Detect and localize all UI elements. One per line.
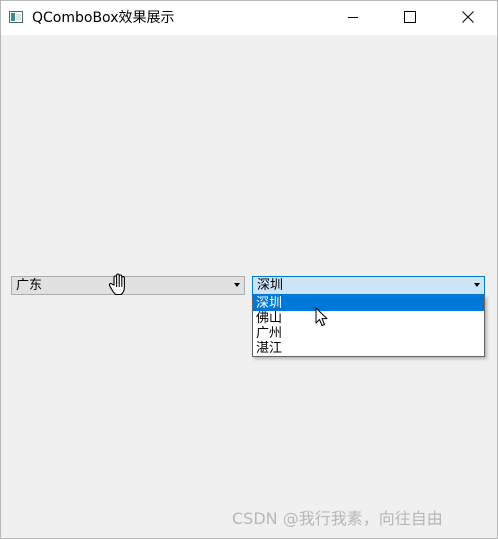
app-window: QComboBox效果展示 xyxy=(0,0,498,539)
dropdown-option-3[interactable]: 湛江 xyxy=(253,341,484,356)
maximize-icon xyxy=(404,11,416,23)
watermark-text: CSDN @我行我素，向往自由 xyxy=(232,509,443,528)
window-title: QComboBox效果展示 xyxy=(32,10,175,26)
dropdown-arrow-icon xyxy=(234,283,240,287)
city-dropdown-list: 深圳 佛山 广州 湛江 xyxy=(252,295,485,357)
app-icon xyxy=(9,11,23,23)
minimize-icon xyxy=(348,17,358,18)
city-combobox-value: 深圳 xyxy=(257,278,284,293)
close-icon xyxy=(462,11,474,23)
arrow-cursor-icon xyxy=(315,307,328,326)
dropdown-arrow-icon xyxy=(474,283,480,287)
province-combobox-value: 广东 xyxy=(16,278,43,293)
maximize-button[interactable] xyxy=(387,1,433,33)
city-combobox[interactable]: 深圳 xyxy=(252,276,485,295)
close-button[interactable] xyxy=(445,1,491,33)
dropdown-option-1[interactable]: 佛山 xyxy=(253,311,484,326)
hand-cursor-icon xyxy=(108,273,125,296)
dropdown-option-0[interactable]: 深圳 xyxy=(253,296,484,311)
title-bar[interactable]: QComboBox效果展示 xyxy=(1,1,497,35)
dropdown-option-2[interactable]: 广州 xyxy=(253,326,484,341)
minimize-button[interactable] xyxy=(330,1,376,33)
